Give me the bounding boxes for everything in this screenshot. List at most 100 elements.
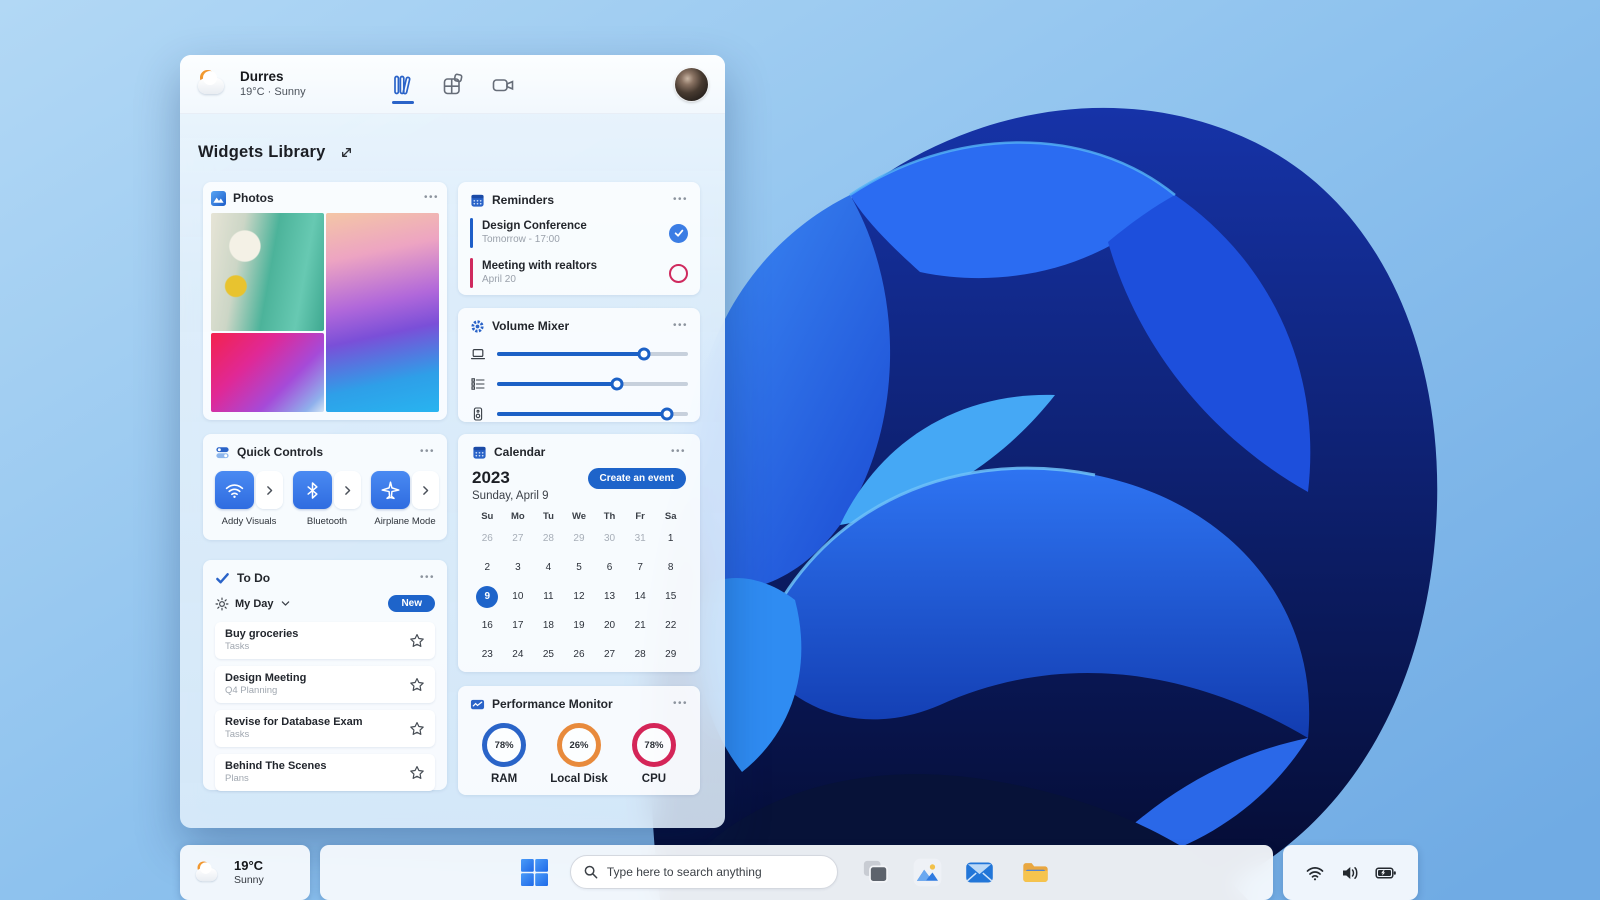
- tab-widgets-board[interactable]: [436, 67, 470, 103]
- calendar-day[interactable]: 27: [594, 640, 625, 669]
- calendar-day[interactable]: 30: [594, 524, 625, 553]
- calendar-day[interactable]: 5: [564, 553, 595, 582]
- taskbar-weather-widget[interactable]: 19°C Sunny: [180, 845, 310, 900]
- search-input[interactable]: [606, 865, 825, 879]
- widget-menu-button[interactable]: •••: [673, 699, 688, 709]
- quick-control-toggle-bluetooth[interactable]: [293, 471, 332, 509]
- calendar-day[interactable]: 2: [472, 553, 503, 582]
- todo-task-list: Buy groceries Tasks Design Meeting Q4 Plann…: [215, 622, 435, 791]
- taskbar-search[interactable]: [570, 855, 838, 889]
- calendar-day[interactable]: 14: [625, 582, 656, 611]
- quick-control-toggle-airplane[interactable]: [371, 471, 410, 509]
- calendar-day[interactable]: 12: [564, 582, 595, 611]
- todo-task-title: Revise for Database Exam: [225, 716, 363, 729]
- calendar-day[interactable]: 22: [655, 611, 686, 640]
- calendar-day[interactable]: 24: [503, 640, 534, 669]
- header-weather[interactable]: Durres 19°C · Sunny: [240, 69, 306, 98]
- widget-menu-button[interactable]: •••: [420, 573, 435, 583]
- calendar-day[interactable]: 13: [594, 582, 625, 611]
- reminder-checkbox[interactable]: [669, 263, 688, 283]
- todo-task-card[interactable]: Behind The Scenes Plans: [215, 754, 435, 791]
- volume-slider-track[interactable]: [497, 377, 688, 391]
- widget-menu-button[interactable]: •••: [424, 193, 439, 203]
- calendar-day[interactable]: 10: [503, 582, 534, 611]
- taskbar-app-file-explorer[interactable]: [1020, 857, 1051, 888]
- photo-thumbnail[interactable]: [211, 333, 324, 412]
- tab-camera[interactable]: [486, 67, 520, 103]
- calendar-day[interactable]: 31: [625, 524, 656, 553]
- calendar-day[interactable]: 16: [472, 611, 503, 640]
- photos-widget: Photos •••: [203, 182, 447, 420]
- todo-list-selector[interactable]: My Day: [235, 598, 274, 610]
- reminder-item[interactable]: Design Conference Tomorrow - 17:00: [470, 218, 688, 248]
- volume-slider-thumb[interactable]: [660, 407, 674, 421]
- calendar-day[interactable]: 15: [655, 582, 686, 611]
- quick-control-expand[interactable]: [334, 471, 361, 509]
- calendar-day[interactable]: 27: [503, 524, 534, 553]
- quick-control-expand[interactable]: [412, 471, 439, 509]
- calendar-day[interactable]: 20: [594, 611, 625, 640]
- reminder-checkbox[interactable]: [669, 223, 688, 243]
- photo-thumbnail[interactable]: [211, 213, 324, 331]
- calendar-day[interactable]: 29: [655, 640, 686, 669]
- todo-task-star-button[interactable]: [409, 677, 425, 693]
- calendar-day[interactable]: 8: [655, 553, 686, 582]
- todo-task-card[interactable]: Buy groceries Tasks: [215, 622, 435, 659]
- reminder-title: Meeting with realtors: [482, 259, 598, 272]
- calendar-day[interactable]: 7: [625, 553, 656, 582]
- quick-control-toggle-wifi[interactable]: [215, 471, 254, 509]
- taskbar-app-mail[interactable]: [964, 857, 995, 888]
- widget-menu-button[interactable]: •••: [420, 447, 435, 457]
- calendar-day[interactable]: 26: [564, 640, 595, 669]
- chevron-down-icon[interactable]: [280, 598, 291, 609]
- check-icon: [674, 229, 683, 237]
- calendar-day-header: Su: [481, 511, 494, 522]
- calendar-day[interactable]: 19: [564, 611, 595, 640]
- photos-collage[interactable]: [211, 213, 439, 412]
- calendar-day-number: 27: [604, 649, 616, 660]
- create-event-button[interactable]: Create an event: [587, 468, 686, 489]
- todo-task-card[interactable]: Revise for Database Exam Tasks: [215, 710, 435, 747]
- volume-slider-thumb[interactable]: [637, 347, 651, 361]
- widget-menu-button[interactable]: •••: [673, 321, 688, 331]
- photo-thumbnail[interactable]: [326, 213, 439, 412]
- tab-widgets-library[interactable]: [386, 67, 420, 104]
- calendar-day[interactable]: 25: [533, 640, 564, 669]
- widget-menu-button[interactable]: •••: [673, 195, 688, 205]
- reminder-item[interactable]: Meeting with realtors April 20: [470, 258, 688, 288]
- volume-slider-track[interactable]: [497, 347, 688, 361]
- calendar-day-number: 15: [665, 591, 677, 602]
- volume-slider-thumb[interactable]: [610, 377, 624, 391]
- todo-task-star-button[interactable]: [409, 765, 425, 781]
- start-button[interactable]: [520, 858, 549, 887]
- calendar-day[interactable]: 26: [472, 524, 503, 553]
- calendar-day[interactable]: 9: [472, 582, 503, 611]
- todo-widget: To Do ••• My Day New Buy groceries Tasks…: [203, 560, 447, 791]
- calendar-day[interactable]: 4: [533, 553, 564, 582]
- calendar-day[interactable]: 11: [533, 582, 564, 611]
- user-avatar[interactable]: [675, 68, 708, 101]
- taskbar-app-photos[interactable]: [912, 857, 943, 888]
- calendar-day[interactable]: 21: [625, 611, 656, 640]
- calendar-day[interactable]: 28: [533, 524, 564, 553]
- calendar-day[interactable]: 18: [533, 611, 564, 640]
- todo-new-button[interactable]: New: [388, 595, 435, 612]
- calendar-day[interactable]: 6: [594, 553, 625, 582]
- calendar-grid: 26 27 28 29 30 31 1 2 3 4 5 6 7 8 9 10 11 12 13 14 15 16 17 18 1…: [472, 524, 686, 669]
- todo-task-star-button[interactable]: [409, 633, 425, 649]
- widgets-board-icon: [443, 73, 462, 94]
- quick-control-expand[interactable]: [256, 471, 283, 509]
- widget-menu-button[interactable]: •••: [671, 447, 686, 457]
- expand-icon[interactable]: [338, 144, 355, 161]
- volume-slider-track[interactable]: [497, 407, 688, 421]
- calendar-day[interactable]: 28: [625, 640, 656, 669]
- calendar-day[interactable]: 23: [472, 640, 503, 669]
- calendar-day[interactable]: 17: [503, 611, 534, 640]
- taskbar-app-task-view[interactable]: [860, 857, 891, 888]
- todo-task-star-button[interactable]: [409, 721, 425, 737]
- calendar-day[interactable]: 29: [564, 524, 595, 553]
- todo-task-card[interactable]: Design Meeting Q4 Planning: [215, 666, 435, 703]
- calendar-day[interactable]: 1: [655, 524, 686, 553]
- calendar-day[interactable]: 3: [503, 553, 534, 582]
- system-tray[interactable]: [1283, 845, 1418, 900]
